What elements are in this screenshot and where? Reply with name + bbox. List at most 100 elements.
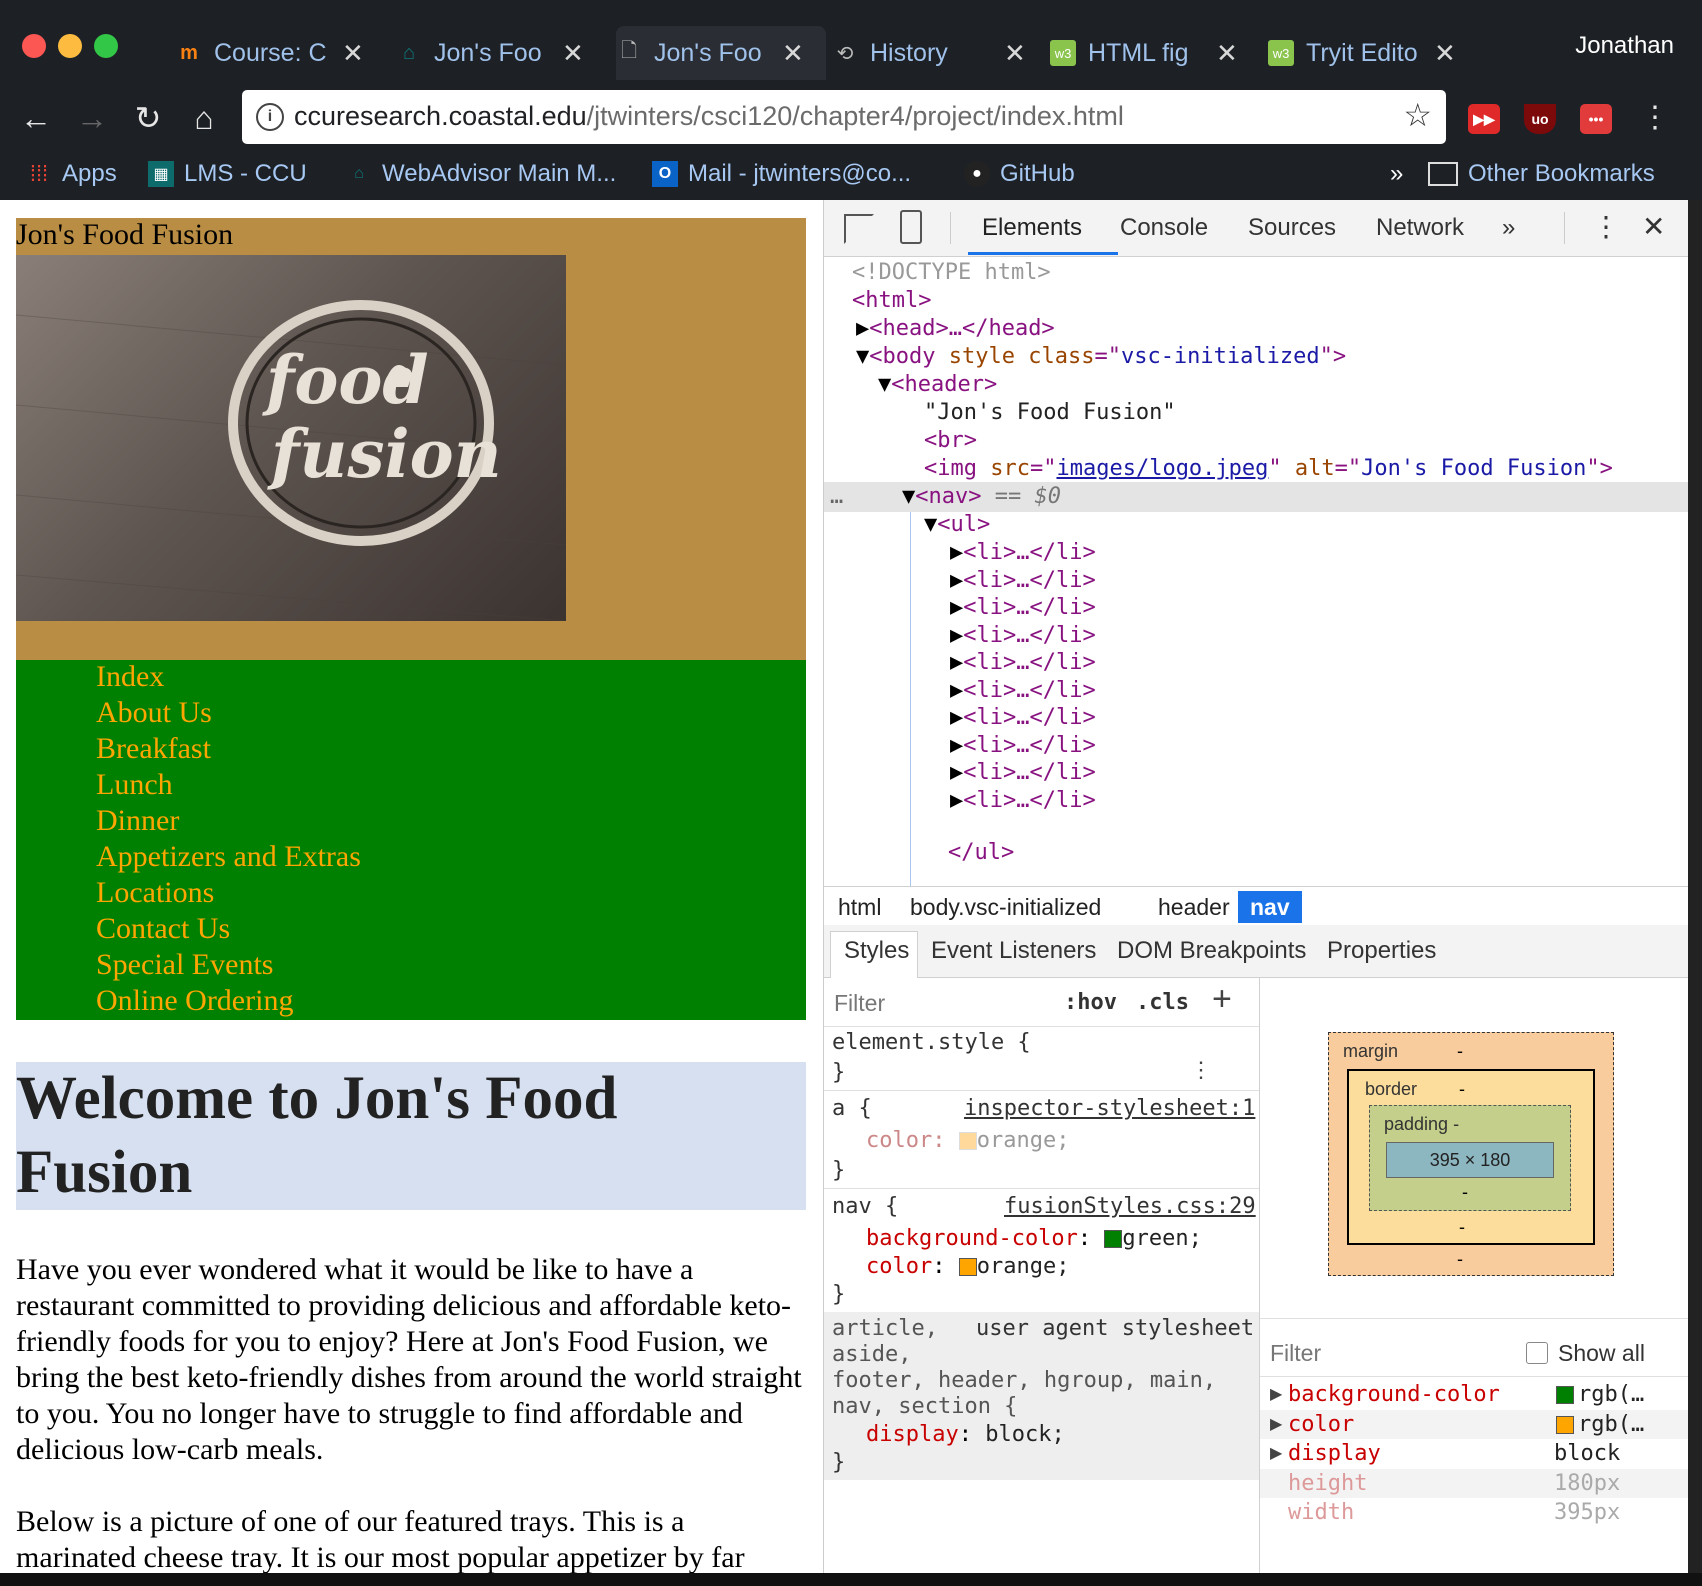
dom-li-row[interactable]: ▶<li>…</li> bbox=[950, 593, 1096, 623]
breadcrumb-header[interactable]: header bbox=[1146, 891, 1242, 923]
forward-arrow-icon[interactable]: → bbox=[72, 98, 112, 138]
tab-console[interactable]: Console bbox=[1120, 214, 1208, 242]
nav-link-dinner[interactable]: Dinner bbox=[96, 804, 179, 838]
device-toolbar-icon[interactable] bbox=[900, 210, 922, 244]
bookmark-mail[interactable]: O Mail - jtwinters@co... bbox=[652, 156, 911, 192]
back-arrow-icon[interactable]: ← bbox=[16, 98, 56, 138]
boxmodel-content[interactable]: 395 × 180 bbox=[1386, 1142, 1554, 1178]
dom-li-row[interactable]: ▶<li>…</li> bbox=[950, 731, 1096, 761]
collapse-triangle-icon[interactable]: ▼ bbox=[902, 484, 915, 509]
dom-body-row[interactable]: ▼<body style class="vsc-initialized"> bbox=[856, 342, 1346, 372]
dom-head-row[interactable]: ▶<head>…</head> bbox=[856, 314, 1055, 344]
dom-li-row[interactable]: ▶<li>…</li> bbox=[950, 786, 1096, 816]
dom-ul-row[interactable]: ▼<ul> bbox=[924, 510, 990, 540]
computed-property-row[interactable]: ▶ color rgb(… bbox=[1260, 1409, 1689, 1439]
expand-triangle-icon[interactable]: ▶ bbox=[856, 316, 869, 341]
breadcrumb-body[interactable]: body.vsc-initialized bbox=[898, 891, 1113, 923]
breadcrumb-html[interactable]: html bbox=[826, 891, 893, 923]
boxmodel-padding[interactable]: padding - 395 × 180 - bbox=[1369, 1105, 1571, 1211]
url-text[interactable]: ccuresearch.coastal.edu/jtwinters/csci12… bbox=[294, 101, 1124, 132]
boxmodel-border[interactable]: border - padding - 395 × 180 - - bbox=[1347, 1069, 1595, 1245]
breadcrumb-nav[interactable]: nav bbox=[1238, 891, 1302, 923]
nav-link-special-events[interactable]: Special Events bbox=[96, 948, 273, 982]
dom-html[interactable]: <html> bbox=[852, 286, 931, 316]
nav-link-index[interactable]: Index bbox=[96, 660, 164, 694]
dom-nav-row[interactable]: ▼<nav> == $0 bbox=[902, 482, 1061, 512]
bookmark-webadvisor[interactable]: ⌂ WebAdvisor Main M... bbox=[346, 156, 616, 192]
subtab-event-listeners[interactable]: Event Listeners bbox=[931, 937, 1096, 965]
collapse-triangle-icon[interactable]: ▼ bbox=[878, 372, 891, 397]
browser-tab[interactable]: ⌂ Jon's Foo ✕ bbox=[396, 26, 606, 80]
bookmark-star-icon[interactable]: ☆ bbox=[1403, 96, 1432, 134]
devtools-menu-icon[interactable]: ⋮ bbox=[1592, 210, 1620, 243]
color-swatch[interactable] bbox=[1556, 1415, 1574, 1434]
close-window-button[interactable] bbox=[22, 34, 46, 58]
inspect-element-icon[interactable] bbox=[844, 214, 874, 244]
tab-sources[interactable]: Sources bbox=[1248, 214, 1336, 242]
subtab-styles[interactable]: Styles bbox=[844, 937, 909, 965]
nav-link-lunch[interactable]: Lunch bbox=[96, 768, 173, 802]
chrome-menu-icon[interactable]: ⋮ bbox=[1640, 100, 1670, 135]
browser-tab[interactable]: ⟲ History ✕ bbox=[832, 26, 1042, 80]
expand-triangle-icon[interactable]: ▶ bbox=[1270, 1443, 1282, 1463]
browser-tab-active[interactable]: 🗋 Jon's Foo ✕ bbox=[616, 26, 826, 80]
rule-a-decl[interactable]: color: orange; bbox=[866, 1126, 1069, 1156]
rule-nav-decl-color[interactable]: color: orange; bbox=[866, 1252, 1069, 1282]
dom-header-row[interactable]: ▼<header> bbox=[878, 370, 997, 400]
close-tab-icon[interactable]: ✕ bbox=[562, 38, 584, 69]
minimize-window-button[interactable] bbox=[58, 34, 82, 58]
other-bookmarks[interactable]: Other Bookmarks bbox=[1428, 156, 1655, 192]
info-icon[interactable]: i bbox=[256, 103, 284, 131]
rule-a-source[interactable]: inspector-stylesheet:1 bbox=[964, 1094, 1255, 1124]
cls-toggle[interactable]: .cls bbox=[1136, 988, 1189, 1018]
collapse-triangle-icon[interactable]: ▼ bbox=[924, 512, 937, 537]
expand-triangle-icon[interactable]: ▶ bbox=[950, 733, 963, 758]
bookmark-apps[interactable]: ⁞⁞⁞ Apps bbox=[26, 156, 117, 192]
color-swatch[interactable] bbox=[958, 1258, 977, 1276]
nav-link-online-ordering[interactable]: Online Ordering bbox=[96, 984, 293, 1018]
expand-triangle-icon[interactable]: ▶ bbox=[950, 678, 963, 703]
home-icon[interactable]: ⌂ bbox=[184, 98, 224, 138]
more-tabs-chevron[interactable]: » bbox=[1502, 214, 1515, 242]
expand-triangle-icon[interactable]: ▶ bbox=[950, 595, 963, 620]
color-swatch[interactable] bbox=[1556, 1386, 1574, 1404]
expand-triangle-icon[interactable]: ▶ bbox=[950, 788, 963, 813]
new-rule-plus-icon[interactable]: + bbox=[1212, 980, 1232, 1019]
expand-triangle-icon[interactable]: ▶ bbox=[950, 705, 963, 730]
expand-triangle-icon[interactable]: ▶ bbox=[950, 540, 963, 565]
nav-link-contact-us[interactable]: Contact Us bbox=[96, 912, 230, 946]
profile-name[interactable]: Jonathan bbox=[1575, 32, 1674, 60]
dom-ul-close[interactable]: </ul> bbox=[948, 838, 1014, 868]
expand-triangle-icon[interactable]: ▶ bbox=[1270, 1384, 1282, 1404]
close-tab-icon[interactable]: ✕ bbox=[1434, 38, 1456, 69]
color-swatch[interactable] bbox=[958, 1132, 977, 1150]
expand-triangle-icon[interactable]: ▶ bbox=[950, 760, 963, 785]
close-devtools-icon[interactable]: ✕ bbox=[1642, 210, 1665, 243]
address-bar[interactable]: i ccuresearch.coastal.edu/jtwinters/csci… bbox=[242, 90, 1446, 144]
bookmarks-overflow-chevron[interactable]: » bbox=[1390, 156, 1403, 192]
ua-decl[interactable]: display: block; bbox=[866, 1420, 1065, 1450]
nav-link-breakfast[interactable]: Breakfast bbox=[96, 732, 211, 766]
dom-li-row[interactable]: ▶<li>…</li> bbox=[950, 758, 1096, 788]
expand-triangle-icon[interactable]: ▶ bbox=[950, 650, 963, 675]
nav-link-appetizers[interactable]: Appetizers and Extras bbox=[96, 840, 361, 874]
bookmark-lms[interactable]: ▦ LMS - CCU bbox=[148, 156, 307, 192]
dom-br[interactable]: <br> bbox=[924, 426, 977, 456]
computed-property-row[interactable]: width 395px bbox=[1260, 1498, 1689, 1527]
dom-li-row[interactable]: ▶<li>…</li> bbox=[950, 538, 1096, 568]
computed-property-row[interactable]: ▶ display block bbox=[1260, 1439, 1689, 1468]
dom-doctype[interactable]: <!DOCTYPE html> bbox=[852, 258, 1051, 288]
img-src-link[interactable]: images/logo.jpeg bbox=[1056, 456, 1268, 481]
bookmark-github[interactable]: ● GitHub bbox=[964, 156, 1075, 192]
browser-tab[interactable]: m Course: C ✕ bbox=[176, 26, 386, 80]
subtab-properties[interactable]: Properties bbox=[1327, 937, 1436, 965]
close-tab-icon[interactable]: ✕ bbox=[342, 38, 364, 69]
computed-property-row[interactable]: height 180px bbox=[1260, 1468, 1689, 1498]
dom-li-row[interactable]: ▶<li>…</li> bbox=[950, 621, 1096, 651]
rule-nav-source[interactable]: fusionStyles.css:29 bbox=[1004, 1192, 1256, 1222]
expand-triangle-icon[interactable]: ▶ bbox=[950, 623, 963, 648]
dots-extension-icon[interactable]: ••• bbox=[1580, 104, 1612, 134]
nav-link-locations[interactable]: Locations bbox=[96, 876, 214, 910]
dom-img-row[interactable]: <img src="images/logo.jpeg" alt="Jon's F… bbox=[924, 454, 1613, 484]
color-swatch[interactable] bbox=[1104, 1230, 1123, 1248]
